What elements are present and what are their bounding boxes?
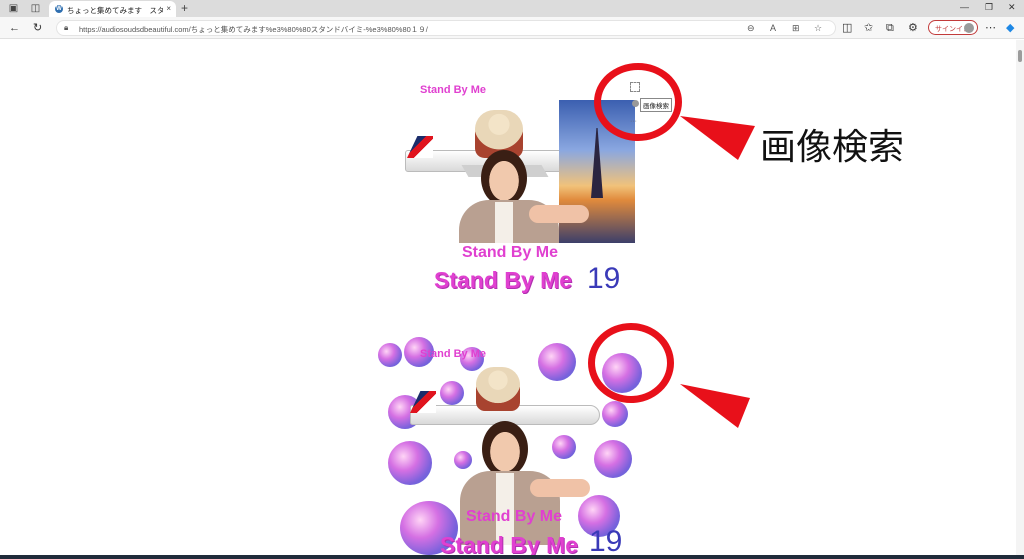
workspaces-icon[interactable]: ▣ [8, 3, 19, 14]
bubble-1 [378, 343, 402, 367]
woman-hand-2 [530, 479, 590, 497]
url-text: https://audiosoudsdbeautiful.com/ちょっと集めて… [79, 25, 428, 34]
figure1-small-title: Stand By Me [420, 84, 487, 96]
bubble-12 [594, 440, 632, 478]
woman-hand [529, 205, 589, 223]
split-screen-icon[interactable]: ◫ [842, 21, 852, 35]
page-content: Stand By Me Stand By Me Stand By Me 19 画… [0, 40, 1016, 555]
tower-silhouette [591, 128, 603, 198]
vertical-scrollbar[interactable] [1016, 40, 1024, 555]
annotation-image-search-label: 画像検索 [760, 127, 905, 168]
tab-active[interactable]: W ちょっと集めてみます スタンドバイミ- × [49, 1, 176, 17]
figure2-small-title: Stand By Me [420, 348, 487, 360]
close-tab-icon[interactable]: × [166, 4, 171, 13]
taskbar-strip [0, 555, 1024, 559]
figure1-big-title: Stand By Me [434, 267, 573, 293]
annotation-circle-1 [594, 63, 682, 141]
bubble-8 [602, 401, 628, 427]
close-window-icon[interactable]: ✕ [1008, 2, 1016, 13]
bubble-6 [440, 381, 464, 405]
more-menu-icon[interactable]: ⋯ [985, 21, 996, 35]
woman-face [481, 150, 527, 206]
figure1-mid-title: Stand By Me [462, 244, 559, 261]
woman-photo-2 [460, 421, 590, 545]
tab-actions-icon[interactable]: ◫ [30, 3, 41, 14]
minimize-icon[interactable]: — [960, 2, 969, 12]
annotation-circle-2 [588, 323, 674, 403]
figure2-number: 19 [589, 525, 623, 555]
figure1-number: 19 [587, 262, 621, 295]
favorites-icon[interactable]: ✩ [864, 21, 873, 35]
collections-icon[interactable]: ⧉ [886, 21, 894, 35]
bubble-9 [388, 441, 432, 485]
copilot-icon[interactable]: ◆ [1006, 21, 1014, 35]
new-tab-button[interactable]: + [181, 1, 188, 15]
restore-icon[interactable]: ❐ [985, 2, 993, 13]
wordpress-icon: W [55, 5, 63, 13]
woman-face-2 [482, 421, 528, 477]
annotation-arrow-1 [680, 116, 755, 160]
favorite-star-icon[interactable]: ☆ [814, 23, 822, 34]
zoom-icon[interactable]: ⊖ [747, 23, 755, 34]
extensions-icon[interactable]: ⚙ [908, 21, 918, 35]
figure2-big-title: Stand By Me [440, 532, 579, 555]
figure2-mid-title: Stand By Me [466, 508, 563, 525]
avatar [964, 23, 974, 33]
signin-button[interactable]: サインイン [928, 20, 978, 35]
woman-photo [459, 150, 589, 243]
refresh-icon[interactable]: ↻ [33, 21, 42, 35]
read-aloud-icon[interactable]: A [770, 23, 776, 33]
couple-image-2 [476, 367, 520, 411]
app-available-icon[interactable]: ⊞ [792, 23, 800, 34]
annotation-arrow-2 [680, 384, 750, 428]
back-icon[interactable]: ← [9, 21, 20, 35]
woman-sweater [495, 202, 513, 243]
bubble-4 [538, 343, 576, 381]
tail-fin-image [407, 136, 433, 158]
address-bar-row: ← ↻ 🔒︎ https://audiosoudsdbeautiful.com/… [0, 17, 1024, 39]
tab-strip: ▣ ◫ W ちょっと集めてみます スタンドバイミ- × + — ❐ ✕ [0, 0, 1024, 17]
scrollbar-thumb[interactable] [1018, 50, 1022, 62]
address-bar[interactable]: 🔒︎ https://audiosoudsdbeautiful.com/ちょっと… [56, 20, 836, 36]
tab-title: ちょっと集めてみます スタンドバイミ- [67, 6, 163, 15]
lock-icon: 🔒︎ [64, 23, 69, 32]
